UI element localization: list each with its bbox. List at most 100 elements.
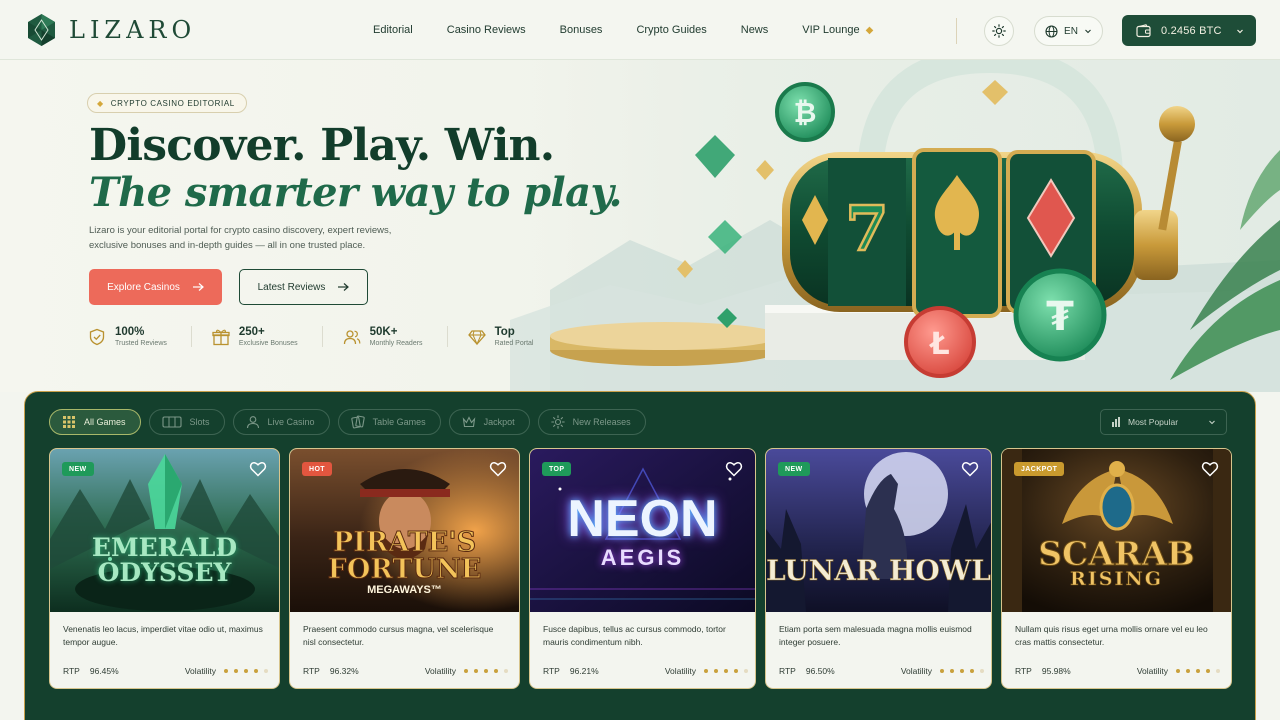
volatility-dot (504, 669, 508, 673)
game-card[interactable]: SCARAB RISING JACKPOT Nullam quis risus … (1001, 448, 1232, 689)
hero-description: Lizaro is your editorial portal for cryp… (89, 225, 392, 251)
game-title-line1: NEON (567, 490, 718, 548)
crown-icon (462, 416, 475, 428)
stat-value: 50K+ (369, 326, 398, 338)
volatility-dot (980, 669, 984, 673)
latest-reviews-button[interactable]: Latest Reviews (239, 269, 368, 305)
logo-gem-icon (28, 14, 55, 46)
filter-label: Live Casino (267, 417, 315, 427)
chevron-down-icon (1085, 29, 1091, 34)
game-thumbnail[interactable]: NEON AEGIS TOP (530, 449, 755, 612)
game-thumbnail[interactable]: EMERALD ODYSSEY NEW (50, 449, 279, 612)
volatility-label: Volatility (900, 666, 932, 676)
game-card[interactable]: LUNAR HOWL NEW Etiam porta sem malesuada… (765, 448, 992, 689)
game-card[interactable]: PIRATE'S FORTUNE MEGAWAYS™ HOT Praesent … (289, 448, 520, 689)
rtp-label: RTP (63, 666, 80, 676)
volatility-dot (484, 669, 488, 673)
hero-badge: ◆ CRYPTO CASINO EDITORIAL (87, 93, 247, 113)
volatility-rating (224, 669, 268, 673)
sort-dropdown[interactable]: Most Popular (1100, 409, 1227, 435)
hero-title: Discover. Play. Win. (89, 120, 555, 171)
volatility-rating (1176, 669, 1220, 673)
filter-label: All Games (84, 417, 126, 427)
filter-label: Slots (189, 417, 210, 427)
nav-news[interactable]: News (741, 24, 769, 36)
filter-all-games[interactable]: All Games (49, 409, 141, 435)
filter-new-releases[interactable]: New Releases (537, 409, 646, 435)
diamond-icon: ◆ (97, 98, 104, 108)
volatility-dot (744, 669, 748, 673)
chevron-down-icon (1236, 29, 1243, 33)
game-tag: NEW (62, 462, 94, 476)
favorite-heart-icon[interactable] (961, 460, 979, 478)
volatility-dot (734, 669, 738, 673)
filter-slots[interactable]: Slots (148, 409, 225, 435)
game-meta: RTP 96.45% Volatility (63, 666, 268, 676)
stat-label: Rated Portal (494, 340, 534, 347)
nav-casino-reviews[interactable]: Casino Reviews (447, 24, 526, 36)
wallet-button[interactable]: 0.2456 BTC (1122, 15, 1256, 46)
game-tag: JACKPOT (1014, 462, 1065, 476)
game-thumbnail[interactable]: LUNAR HOWL NEW (766, 449, 991, 612)
game-thumbnail[interactable]: SCARAB RISING JACKPOT (1002, 449, 1231, 612)
svg-text:₮: ₮ (1046, 294, 1074, 340)
game-meta: RTP 96.50% Volatility (779, 666, 984, 676)
rtp-label: RTP (543, 666, 560, 676)
game-description: Fusce dapibus, tellus ac cursus commodo,… (543, 624, 726, 647)
favorite-heart-icon[interactable] (489, 460, 507, 478)
language-selector[interactable]: EN (1034, 16, 1103, 46)
volatility-dot (1186, 669, 1190, 673)
filter-table-games[interactable]: Table Games (337, 409, 441, 435)
volatility-dot (1196, 669, 1200, 673)
favorite-heart-icon[interactable] (1201, 460, 1219, 478)
wallet-icon (1136, 23, 1151, 37)
diamond-icon: ◆ (865, 24, 874, 36)
brand-logo[interactable]: LIZARO (28, 14, 196, 46)
volatility-rating (704, 669, 748, 673)
volatility-label: Volatility (184, 666, 216, 676)
game-title-line1: SCARAB (1038, 534, 1196, 573)
nav-vip-lounge[interactable]: VIP Lounge ◆ (802, 24, 873, 36)
game-tag: NEW (778, 462, 810, 476)
stat-label: Exclusive Bonuses (238, 340, 298, 347)
arrow-right-icon (338, 283, 350, 291)
game-thumbnail[interactable]: PIRATE'S FORTUNE MEGAWAYS™ HOT (290, 449, 519, 612)
game-filter-tabs: All Games Slots Live Casino Table Games (49, 409, 646, 435)
game-description: Praesent commodo cursus magna, vel scele… (303, 624, 494, 647)
filter-jackpot[interactable]: Jackpot (448, 409, 530, 435)
rtp-label: RTP (779, 666, 796, 676)
game-title-line2: FORTUNE (327, 554, 482, 585)
game-card[interactable]: EMERALD ODYSSEY NEW Venenatis leo lacus,… (49, 448, 280, 689)
favorite-heart-icon[interactable] (249, 460, 267, 478)
shield-check-icon (89, 328, 105, 345)
nav-crypto-guides[interactable]: Crypto Guides (636, 24, 706, 36)
rtp-value: 96.21% (569, 666, 599, 676)
globe-icon (1045, 24, 1058, 38)
hero-slot-machine-illustration: 7 ₿ ₮ Ł (470, 60, 1280, 392)
gift-icon (212, 329, 230, 345)
nav-vip-label: VIP Lounge (802, 24, 860, 36)
wallet-balance: 0.2456 BTC (1161, 24, 1222, 37)
stat-value: Top (494, 326, 515, 338)
rtp-value: 96.50% (805, 666, 835, 676)
nav-divider (956, 18, 957, 44)
nav-editorial[interactable]: Editorial (373, 24, 413, 36)
game-card[interactable]: NEON AEGIS TOP Fusce dapibus, tellus ac … (529, 448, 756, 689)
game-title-line2: RISING (1070, 568, 1163, 590)
explore-casinos-button[interactable]: Explore Casinos (89, 269, 222, 305)
slot-icon (161, 416, 182, 428)
stat-monthly-readers: 50K+ Monthly Readers (343, 326, 448, 347)
sun-icon (992, 24, 1006, 38)
stat-rated-portal: Top Rated Portal (467, 326, 558, 347)
bar-chart-icon (1112, 417, 1120, 427)
top-nav: LIZARO Editorial Casino Reviews Bonuses … (0, 0, 1280, 60)
nav-bonuses[interactable]: Bonuses (560, 24, 603, 36)
volatility-rating (940, 669, 984, 673)
sort-label: Most Popular (1128, 417, 1179, 427)
filter-live-casino[interactable]: Live Casino (232, 409, 330, 435)
brand-name: LIZARO (69, 16, 197, 44)
volatility-dot (494, 669, 498, 673)
game-description: Venenatis leo lacus, imperdiet vitae odi… (63, 624, 263, 647)
favorite-heart-icon[interactable] (725, 460, 743, 478)
theme-toggle-button[interactable] (984, 16, 1014, 46)
